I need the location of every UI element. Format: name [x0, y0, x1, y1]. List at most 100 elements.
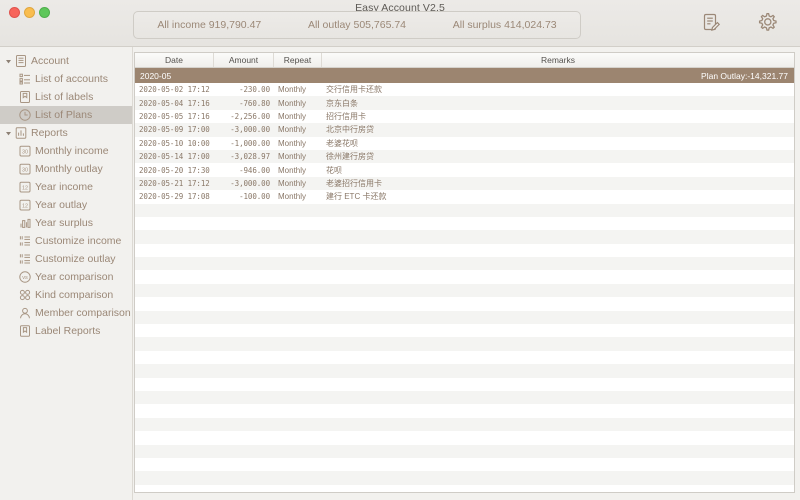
cell-amount: -1,000.00 — [230, 138, 270, 148]
column-header-date[interactable]: Date — [135, 53, 214, 67]
svg-text:12: 12 — [22, 203, 28, 209]
clock-icon — [17, 108, 32, 122]
sidebar-item-customize-outlay[interactable]: Customize outlay — [0, 250, 132, 268]
cell-repeat: Monthly — [278, 85, 307, 95]
sidebar-item-label-reports[interactable]: Label Reports — [0, 322, 132, 340]
table-row-empty[interactable] — [135, 377, 794, 391]
cell-date: 2020-05-14 17:00 — [139, 152, 210, 162]
sidebar-item-label: Reports — [31, 127, 68, 139]
table-row-empty[interactable] — [135, 471, 794, 485]
table-row-empty[interactable] — [135, 364, 794, 378]
cell-date: 2020-05-21 17:12 — [139, 178, 210, 188]
table-row[interactable]: 2020-05-21 17:12 -3,000.00 Monthly 老婆招行信用卡 — [135, 176, 794, 191]
app-window: Easy Account V2.5 All income 919,790.47 … — [0, 0, 800, 500]
table-row-empty[interactable] — [135, 337, 794, 351]
sidebar-item-list-of-labels[interactable]: List of labels — [0, 88, 132, 106]
sidebar-item-label: Customize income — [35, 235, 122, 247]
sidebar-item-member-comparison[interactable]: Member comparison — [0, 304, 132, 322]
sidebar-item-label: Monthly income — [35, 145, 109, 157]
table-row[interactable]: 2020-05-14 17:00 -3,028.97 Monthly 徐州建行房贷 — [135, 149, 794, 164]
svg-text:12: 12 — [22, 185, 28, 191]
gear-icon[interactable] — [752, 7, 782, 37]
plans-table: Date Amount Repeat Remarks 2020-05 Plan … — [134, 52, 795, 493]
cell-repeat: Monthly — [278, 125, 307, 135]
person-icon — [17, 306, 32, 320]
cell-amount: -946.00 — [239, 165, 270, 175]
versus-circle-icon: vs — [17, 270, 32, 284]
cell-date: 2020-05-05 17:16 — [139, 111, 210, 121]
sidebar-item-reports[interactable]: Reports — [0, 124, 132, 142]
sliders-icon — [17, 234, 32, 248]
sidebar-item-year-surplus[interactable]: Year surplus — [0, 214, 132, 232]
bar-chart-small-icon — [17, 216, 32, 230]
bar-chart-icon — [13, 126, 28, 140]
table-row[interactable]: 2020-05-09 17:00 -3,000.00 Monthly 北京中行房贷 — [135, 123, 794, 137]
table-row-empty[interactable] — [135, 444, 794, 458]
sidebar-item-customize-income[interactable]: Customize income — [0, 232, 132, 250]
sidebar-item-year-income[interactable]: 12 Year income — [0, 178, 132, 196]
sidebar-item-label: Label Reports — [35, 325, 101, 337]
table-row-empty[interactable] — [135, 457, 794, 472]
summary-all-income: All income 919,790.47 — [157, 19, 262, 31]
cell-remarks: 花呗 — [326, 165, 342, 175]
sidebar-item-label: Year outlay — [35, 199, 88, 211]
table-row[interactable]: 2020-05-29 17:08 -100.00 Monthly 建行 ETC 卡还款 — [135, 190, 794, 204]
sidebar-item-monthly-income[interactable]: 30 Monthly income — [0, 142, 132, 160]
table-body: 2020-05-02 17:12 -230.00 Monthly 交行信用卡还款 202… — [135, 83, 794, 492]
table-row-empty[interactable] — [135, 257, 794, 271]
cell-remarks: 交行信用卡还款 — [326, 85, 382, 95]
cell-date: 2020-05-29 17:08 — [139, 192, 210, 202]
sidebar-item-list-of-plans[interactable]: List of Plans — [0, 106, 132, 124]
column-header-repeat[interactable]: Repeat — [274, 53, 322, 67]
table-row-empty[interactable] — [135, 230, 794, 244]
table-row-empty[interactable] — [135, 484, 794, 492]
cell-date: 2020-05-02 17:12 — [139, 85, 210, 95]
table-row[interactable]: 2020-05-05 17:16 -2,256.00 Monthly 招行信用卡 — [135, 109, 794, 124]
table-row-empty[interactable] — [135, 216, 794, 231]
column-header-remarks[interactable]: Remarks — [322, 53, 794, 67]
table-row[interactable]: 2020-05-20 17:30 -946.00 Monthly 花呗 — [135, 163, 794, 177]
note-edit-icon[interactable] — [696, 7, 726, 37]
table-row-empty[interactable] — [135, 390, 794, 405]
sidebar-item-label: List of labels — [35, 91, 94, 103]
sliders-icon — [17, 252, 32, 266]
table-row-empty[interactable] — [135, 350, 794, 365]
table-row-empty[interactable] — [135, 417, 794, 432]
table-row-empty[interactable] — [135, 431, 794, 445]
cell-amount: -760.80 — [239, 98, 270, 108]
disclosure-triangle-icon[interactable] — [4, 58, 13, 65]
table-row-empty[interactable] — [135, 243, 794, 258]
sidebar-item-year-outlay[interactable]: 12 Year outlay — [0, 196, 132, 214]
svg-text:30: 30 — [22, 149, 28, 155]
cell-remarks: 京东白条 — [326, 98, 358, 108]
group-header-row[interactable]: 2020-05 Plan Outlay:-14,321.77 — [135, 68, 794, 83]
table-row-empty[interactable] — [135, 310, 794, 325]
table-row[interactable]: 2020-05-02 17:12 -230.00 Monthly 交行信用卡还款 — [135, 83, 794, 97]
table-row-empty[interactable] — [135, 297, 794, 311]
table-row[interactable]: 2020-05-04 17:16 -760.80 Monthly 京东白条 — [135, 96, 794, 110]
summary-bar: All income 919,790.47 All outlay 505,765… — [133, 11, 581, 39]
table-row-empty[interactable] — [135, 404, 794, 418]
sidebar-item-account[interactable]: Account — [0, 52, 132, 70]
column-header-amount[interactable]: Amount — [214, 53, 274, 67]
cell-remarks: 老婆招行信用卡 — [326, 178, 382, 188]
bookmark-icon — [17, 324, 32, 338]
table-row-empty[interactable] — [135, 203, 794, 217]
cell-repeat: Monthly — [278, 138, 307, 148]
cell-remarks: 徐州建行房贷 — [326, 152, 374, 162]
sidebar-item-monthly-outlay[interactable]: 30 Monthly outlay — [0, 160, 132, 178]
disclosure-triangle-icon[interactable] — [4, 130, 13, 137]
table-row-empty[interactable] — [135, 283, 794, 298]
sidebar-item-label: Account — [31, 55, 69, 67]
sidebar-item-year-comparison[interactable]: vs Year comparison — [0, 268, 132, 286]
sidebar-item-label: Kind comparison — [35, 289, 114, 301]
sidebar-item-kind-comparison[interactable]: Kind comparison — [0, 286, 132, 304]
sidebar-item-label: Year surplus — [35, 217, 93, 229]
svg-text:30: 30 — [22, 167, 28, 173]
table-row[interactable]: 2020-05-10 10:00 -1,000.00 Monthly 老婆花呗 — [135, 136, 794, 150]
sidebar-item-list-of-accounts[interactable]: List of accounts — [0, 70, 132, 88]
table-row-empty[interactable] — [135, 270, 794, 284]
cell-amount: -3,000.00 — [230, 178, 270, 188]
group-summary: Plan Outlay:-14,321.77 — [701, 70, 788, 81]
table-row-empty[interactable] — [135, 324, 794, 338]
